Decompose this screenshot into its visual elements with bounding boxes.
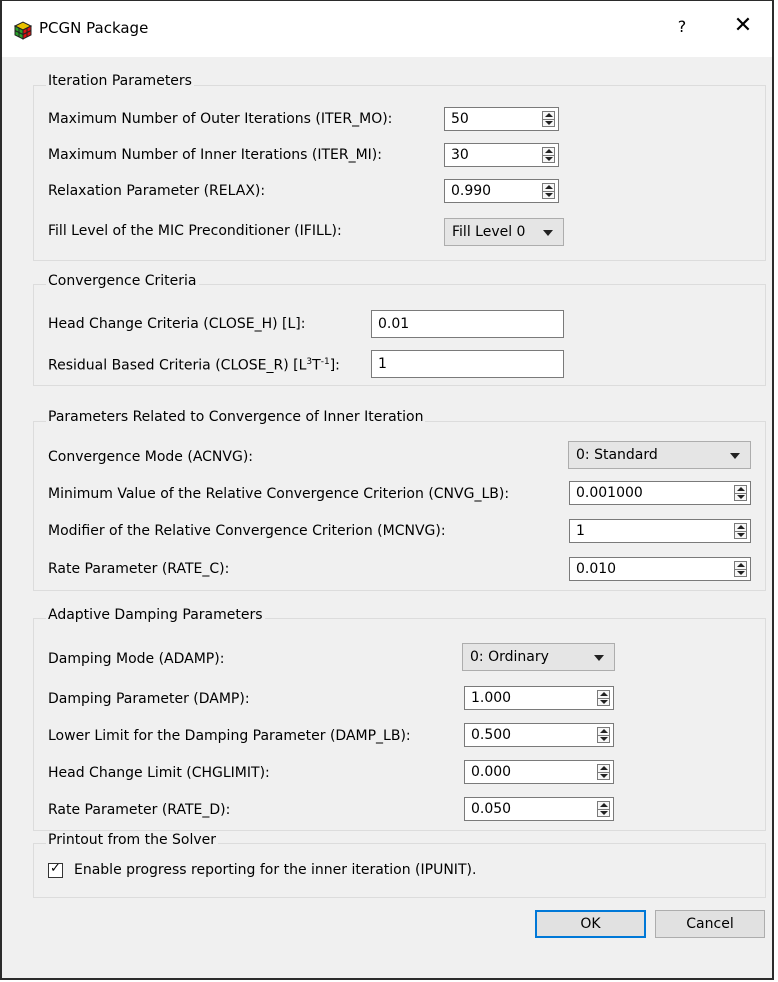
damp-lb-label: Lower Limit for the Damping Parameter (D… [48, 728, 411, 744]
spin-arrows-icon[interactable] [734, 523, 747, 539]
damp-label: Damping Parameter (DAMP): [48, 691, 250, 707]
adaptive-damping-group [33, 618, 766, 831]
rate-d-value: 0.050 [471, 801, 512, 817]
chevron-down-icon [730, 453, 740, 459]
close-r-label-suffix: ]: [329, 357, 340, 374]
close-r-input[interactable]: 1 [371, 350, 564, 378]
adaptive-damping-title: Adaptive Damping Parameters [46, 607, 265, 623]
spin-arrows-icon[interactable] [597, 764, 610, 780]
spin-arrows-icon[interactable] [734, 485, 747, 501]
rate-d-spinbox[interactable]: 0.050 [464, 797, 614, 821]
chevron-down-icon [543, 230, 553, 236]
adamp-value: 0: Ordinary [470, 649, 549, 665]
pcgn-dialog: PCGN Package ? ✕ Iteration Parameters Ma… [0, 0, 774, 980]
acnvg-value: 0: Standard [576, 447, 658, 463]
iter-mi-spinbox[interactable]: 30 [444, 143, 559, 167]
damp-lb-spinbox[interactable]: 0.500 [464, 723, 614, 747]
cnvg-lb-label: Minimum Value of the Relative Convergenc… [48, 486, 510, 502]
window-title: PCGN Package [39, 19, 149, 37]
ipunit-checkbox[interactable]: ✓ [48, 861, 63, 878]
ifill-value: Fill Level 0 [452, 224, 526, 240]
spin-arrows-icon[interactable] [542, 111, 555, 127]
close-h-label: Head Change Criteria (CLOSE_H) [L]: [48, 316, 306, 332]
iter-mi-value: 30 [451, 147, 469, 163]
rate-c-value: 0.010 [576, 561, 617, 577]
relax-value: 0.990 [451, 183, 492, 199]
mcnvg-spinbox[interactable]: 1 [569, 519, 751, 543]
ok-button[interactable]: OK [535, 910, 646, 938]
damp-spinbox[interactable]: 1.000 [464, 686, 614, 710]
printout-title: Printout from the Solver [46, 832, 219, 848]
cancel-button[interactable]: Cancel [655, 910, 765, 938]
ipunit-label[interactable]: Enable progress reporting for the inner … [74, 862, 476, 878]
acnvg-dropdown[interactable]: 0: Standard [568, 441, 751, 469]
spin-arrows-icon[interactable] [734, 561, 747, 577]
chglimit-spinbox[interactable]: 0.000 [464, 760, 614, 784]
close-h-value: 0.01 [378, 316, 410, 332]
close-button[interactable]: ✕ [731, 13, 755, 38]
chglimit-label: Head Change Limit (CHGLIMIT): [48, 765, 270, 781]
iter-mo-value: 50 [451, 111, 469, 127]
chglimit-value: 0.000 [471, 764, 512, 780]
cnvg-lb-value: 0.001000 [576, 485, 643, 501]
mcnvg-value: 1 [576, 523, 585, 539]
close-r-label: Residual Based Criteria (CLOSE_R) [L3T-1… [48, 357, 340, 374]
close-r-label-mid: T [312, 357, 321, 374]
mcnvg-label: Modifier of the Relative Convergence Cri… [48, 523, 446, 539]
spin-arrows-icon[interactable] [542, 183, 555, 199]
close-r-sup-2: -1 [320, 357, 330, 367]
rate-c-spinbox[interactable]: 0.010 [569, 557, 751, 581]
iter-mi-label: Maximum Number of Inner Iterations (ITER… [48, 147, 382, 163]
spin-arrows-icon[interactable] [597, 801, 610, 817]
rate-c-label: Rate Parameter (RATE_C): [48, 561, 230, 577]
iter-mo-spinbox[interactable]: 50 [444, 107, 559, 131]
close-r-value: 1 [378, 356, 387, 372]
chevron-down-icon [594, 655, 604, 661]
adamp-label: Damping Mode (ADAMP): [48, 651, 225, 667]
damp-value: 1.000 [471, 690, 512, 706]
spin-arrows-icon[interactable] [597, 727, 610, 743]
convergence-criteria-title: Convergence Criteria [46, 273, 199, 289]
help-button[interactable]: ? [672, 17, 692, 36]
rate-d-label: Rate Parameter (RATE_D): [48, 802, 231, 818]
ifill-label: Fill Level of the MIC Preconditioner (IF… [48, 223, 342, 239]
checkmark-icon: ✓ [50, 861, 61, 876]
inner-iteration-title: Parameters Related to Convergence of Inn… [46, 409, 426, 425]
title-bar: PCGN Package ? ✕ [2, 1, 772, 57]
relax-label: Relaxation Parameter (RELAX): [48, 183, 266, 199]
cnvg-lb-spinbox[interactable]: 0.001000 [569, 481, 751, 505]
iteration-parameters-title: Iteration Parameters [46, 73, 194, 89]
close-h-input[interactable]: 0.01 [371, 310, 564, 338]
spin-arrows-icon[interactable] [542, 147, 555, 163]
acnvg-label: Convergence Mode (ACNVG): [48, 449, 253, 465]
relax-spinbox[interactable]: 0.990 [444, 179, 559, 203]
spin-arrows-icon[interactable] [597, 690, 610, 706]
app-cube-icon [13, 21, 33, 40]
close-r-label-prefix: Residual Based Criteria (CLOSE_R) [L [48, 357, 307, 374]
adamp-dropdown[interactable]: 0: Ordinary [462, 643, 615, 671]
damp-lb-value: 0.500 [471, 727, 512, 743]
iter-mo-label: Maximum Number of Outer Iterations (ITER… [48, 111, 393, 127]
ifill-dropdown[interactable]: Fill Level 0 [444, 218, 564, 246]
